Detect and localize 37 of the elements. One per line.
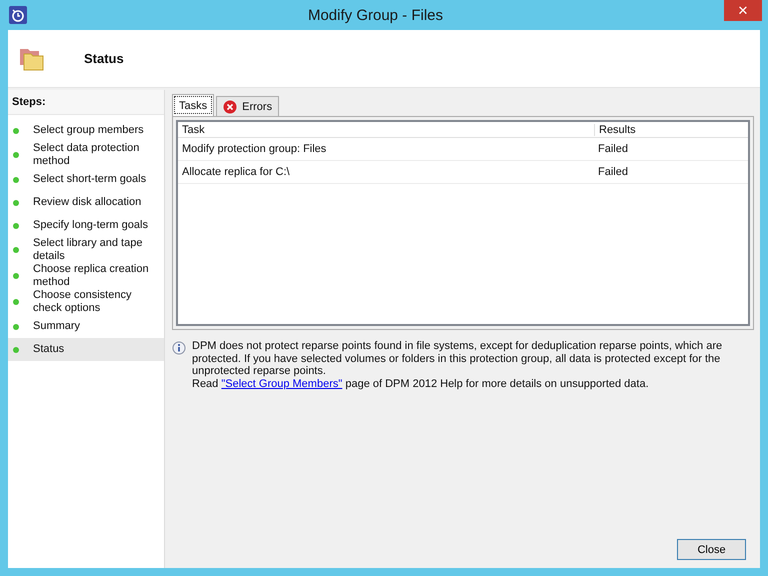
close-dialog-button[interactable]: Close <box>677 539 746 560</box>
status-dot-icon <box>13 346 19 352</box>
status-dot-icon <box>13 273 19 279</box>
info-icon <box>172 341 186 355</box>
column-header[interactable]: Results <box>595 124 636 136</box>
window-title: Modify Group - Files <box>306 6 444 24</box>
status-dot-icon <box>13 152 19 158</box>
info-text: DPM does not protect reparse points found in file systems, except for deduplication reparse points, which are protected. If you have selected volumes or folders in this protection group, all data is protected except for the unprotected reparse points. Read "Select Group Members" page of DPM 2012 Help for more details on unsupported data. <box>192 340 724 390</box>
step-item: Review disk allocation <box>8 191 164 214</box>
tab[interactable]: Tasks <box>172 94 214 116</box>
step-item: Select group members <box>8 119 164 142</box>
status-dot-icon <box>13 176 19 182</box>
status-dot-icon <box>13 128 19 134</box>
status-dot-icon <box>13 247 19 253</box>
step-item: Specify long-term goals <box>8 214 164 237</box>
step-item: Choose replica creation method <box>8 263 164 289</box>
page-title: Status <box>84 51 124 66</box>
step-item: Select short-term goals <box>8 168 164 191</box>
step-item: Status <box>8 338 164 361</box>
close-button[interactable]: ✕ <box>724 0 762 21</box>
status-dot-icon <box>13 222 19 228</box>
step-item: Select library and tape details <box>8 237 164 263</box>
steps-heading: Steps: <box>8 90 164 115</box>
step-item: Choose consistency check options <box>8 289 164 315</box>
table-cell-text: Modify protection group: Files <box>181 143 328 155</box>
tab[interactable]: Errors <box>216 96 280 116</box>
status-dot-icon <box>13 324 19 330</box>
column-header[interactable]: Task <box>178 124 595 136</box>
step-item: Summary <box>8 315 164 338</box>
error-icon <box>223 100 238 114</box>
step-item: Select data protection method <box>8 142 164 168</box>
table-cell-text: Failed <box>597 166 628 178</box>
status-dot-icon <box>13 200 19 206</box>
help-link[interactable]: "Select Group Members" <box>221 378 342 390</box>
status-dot-icon <box>13 299 19 305</box>
table-cell-text: Allocate replica for C:\ <box>181 166 291 178</box>
table-cell-text: Failed <box>597 143 628 155</box>
